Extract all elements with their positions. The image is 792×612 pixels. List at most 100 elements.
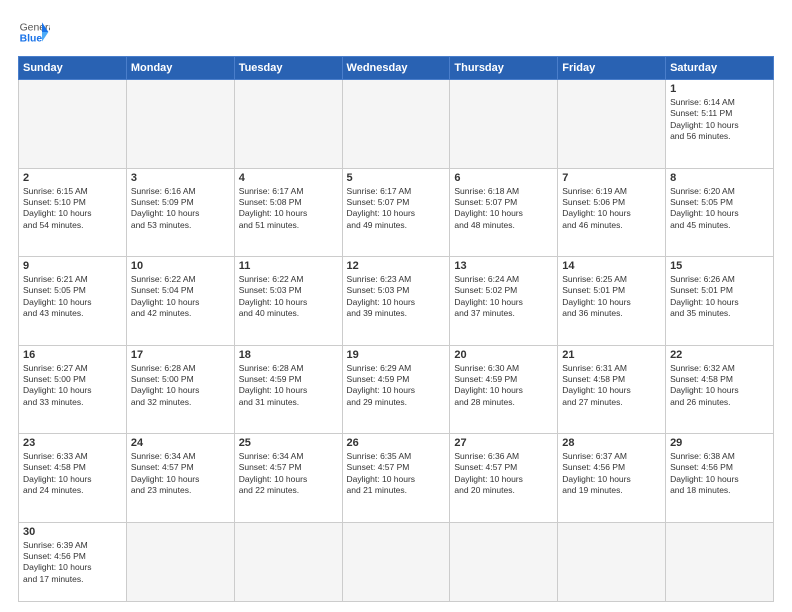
calendar-cell: 3 Sunrise: 6:16 AM Sunset: 5:09 PM Daylig… <box>126 168 234 257</box>
calendar-cell: 4 Sunrise: 6:17 AM Sunset: 5:08 PM Daylig… <box>234 168 342 257</box>
calendar-cell <box>342 80 450 169</box>
cell-info: Sunrise: 6:27 AM Sunset: 5:00 PM Dayligh… <box>23 363 122 409</box>
day-number: 14 <box>562 260 661 272</box>
day-number: 24 <box>131 437 230 449</box>
weekday-header-wednesday: Wednesday <box>342 57 450 80</box>
cell-info: Sunrise: 6:30 AM Sunset: 4:59 PM Dayligh… <box>454 363 553 409</box>
calendar-row-0: 1 Sunrise: 6:14 AM Sunset: 5:11 PM Daylig… <box>19 80 774 169</box>
day-number: 4 <box>239 172 338 184</box>
calendar-cell: 5 Sunrise: 6:17 AM Sunset: 5:07 PM Daylig… <box>342 168 450 257</box>
calendar-cell: 26 Sunrise: 6:35 AM Sunset: 4:57 PM Dayli… <box>342 434 450 523</box>
day-number: 16 <box>23 349 122 361</box>
day-number: 2 <box>23 172 122 184</box>
cell-info: Sunrise: 6:38 AM Sunset: 4:56 PM Dayligh… <box>670 451 769 497</box>
calendar-cell <box>342 522 450 602</box>
calendar-cell: 19 Sunrise: 6:29 AM Sunset: 4:59 PM Dayli… <box>342 345 450 434</box>
day-number: 25 <box>239 437 338 449</box>
calendar-cell: 7Sunrise: 6:19 AM Sunset: 5:06 PM Daylig… <box>558 168 666 257</box>
cell-info: Sunrise: 6:37 AM Sunset: 4:56 PM Dayligh… <box>562 451 661 497</box>
day-number: 28 <box>562 437 661 449</box>
weekday-header-friday: Friday <box>558 57 666 80</box>
cell-info: Sunrise: 6:17 AM Sunset: 5:08 PM Dayligh… <box>239 186 338 232</box>
calendar-cell: 22 Sunrise: 6:32 AM Sunset: 4:58 PM Dayli… <box>666 345 774 434</box>
calendar-cell: 30 Sunrise: 6:39 AM Sunset: 4:56 PM Dayli… <box>19 522 127 602</box>
calendar-cell <box>126 80 234 169</box>
cell-info: Sunrise: 6:26 AM Sunset: 5:01 PM Dayligh… <box>670 274 769 320</box>
day-number: 23 <box>23 437 122 449</box>
calendar-cell: 10 Sunrise: 6:22 AM Sunset: 5:04 PM Dayli… <box>126 257 234 346</box>
calendar-row-1: 2 Sunrise: 6:15 AM Sunset: 5:10 PM Daylig… <box>19 168 774 257</box>
day-number: 30 <box>23 526 122 538</box>
cell-info: Sunrise: 6:28 AM Sunset: 4:59 PM Dayligh… <box>239 363 338 409</box>
day-number: 8 <box>670 172 769 184</box>
cell-info: Sunrise: 6:21 AM Sunset: 5:05 PM Dayligh… <box>23 274 122 320</box>
weekday-header-sunday: Sunday <box>19 57 127 80</box>
calendar-cell: 25 Sunrise: 6:34 AM Sunset: 4:57 PM Dayli… <box>234 434 342 523</box>
cell-info: Sunrise: 6:32 AM Sunset: 4:58 PM Dayligh… <box>670 363 769 409</box>
calendar-cell <box>666 522 774 602</box>
calendar-cell <box>450 522 558 602</box>
calendar-cell: 21 Sunrise: 6:31 AM Sunset: 4:58 PM Dayli… <box>558 345 666 434</box>
cell-info: Sunrise: 6:34 AM Sunset: 4:57 PM Dayligh… <box>239 451 338 497</box>
calendar-cell <box>234 522 342 602</box>
cell-info: Sunrise: 6:34 AM Sunset: 4:57 PM Dayligh… <box>131 451 230 497</box>
calendar-cell <box>558 80 666 169</box>
calendar-cell: 15Sunrise: 6:26 AM Sunset: 5:01 PM Dayli… <box>666 257 774 346</box>
day-number: 26 <box>347 437 446 449</box>
weekday-header-saturday: Saturday <box>666 57 774 80</box>
calendar-cell: 17Sunrise: 6:28 AM Sunset: 5:00 PM Dayli… <box>126 345 234 434</box>
calendar-cell: 1 Sunrise: 6:14 AM Sunset: 5:11 PM Daylig… <box>666 80 774 169</box>
weekday-header-tuesday: Tuesday <box>234 57 342 80</box>
calendar-cell: 23Sunrise: 6:33 AM Sunset: 4:58 PM Dayli… <box>19 434 127 523</box>
cell-info: Sunrise: 6:29 AM Sunset: 4:59 PM Dayligh… <box>347 363 446 409</box>
day-number: 13 <box>454 260 553 272</box>
calendar-cell: 13 Sunrise: 6:24 AM Sunset: 5:02 PM Dayli… <box>450 257 558 346</box>
day-number: 10 <box>131 260 230 272</box>
cell-info: Sunrise: 6:18 AM Sunset: 5:07 PM Dayligh… <box>454 186 553 232</box>
day-number: 5 <box>347 172 446 184</box>
weekday-header-thursday: Thursday <box>450 57 558 80</box>
calendar-cell <box>558 522 666 602</box>
calendar-row-2: 9 Sunrise: 6:21 AM Sunset: 5:05 PM Daylig… <box>19 257 774 346</box>
day-number: 21 <box>562 349 661 361</box>
day-number: 27 <box>454 437 553 449</box>
cell-info: Sunrise: 6:24 AM Sunset: 5:02 PM Dayligh… <box>454 274 553 320</box>
calendar-cell: 27 Sunrise: 6:36 AM Sunset: 4:57 PM Dayli… <box>450 434 558 523</box>
calendar-cell: 18Sunrise: 6:28 AM Sunset: 4:59 PM Dayli… <box>234 345 342 434</box>
cell-info: Sunrise: 6:31 AM Sunset: 4:58 PM Dayligh… <box>562 363 661 409</box>
calendar-cell: 9 Sunrise: 6:21 AM Sunset: 5:05 PM Daylig… <box>19 257 127 346</box>
calendar-cell: 11Sunrise: 6:22 AM Sunset: 5:03 PM Dayli… <box>234 257 342 346</box>
page: General Blue SundayMondayTuesdayWednesda… <box>0 0 792 612</box>
cell-info: Sunrise: 6:17 AM Sunset: 5:07 PM Dayligh… <box>347 186 446 232</box>
day-number: 9 <box>23 260 122 272</box>
day-number: 17 <box>131 349 230 361</box>
calendar-cell: 6Sunrise: 6:18 AM Sunset: 5:07 PM Daylig… <box>450 168 558 257</box>
day-number: 20 <box>454 349 553 361</box>
day-number: 7 <box>562 172 661 184</box>
cell-info: Sunrise: 6:35 AM Sunset: 4:57 PM Dayligh… <box>347 451 446 497</box>
cell-info: Sunrise: 6:15 AM Sunset: 5:10 PM Dayligh… <box>23 186 122 232</box>
calendar-cell <box>126 522 234 602</box>
weekday-header-row: SundayMondayTuesdayWednesdayThursdayFrid… <box>19 57 774 80</box>
calendar-cell: 16 Sunrise: 6:27 AM Sunset: 5:00 PM Dayli… <box>19 345 127 434</box>
calendar-row-4: 23Sunrise: 6:33 AM Sunset: 4:58 PM Dayli… <box>19 434 774 523</box>
calendar-cell: 24 Sunrise: 6:34 AM Sunset: 4:57 PM Dayli… <box>126 434 234 523</box>
calendar-cell: 20 Sunrise: 6:30 AM Sunset: 4:59 PM Dayli… <box>450 345 558 434</box>
cell-info: Sunrise: 6:16 AM Sunset: 5:09 PM Dayligh… <box>131 186 230 232</box>
day-number: 22 <box>670 349 769 361</box>
cell-info: Sunrise: 6:22 AM Sunset: 5:03 PM Dayligh… <box>239 274 338 320</box>
calendar-cell: 28 Sunrise: 6:37 AM Sunset: 4:56 PM Dayli… <box>558 434 666 523</box>
day-number: 12 <box>347 260 446 272</box>
header: General Blue <box>18 16 774 48</box>
day-number: 1 <box>670 83 769 95</box>
cell-info: Sunrise: 6:20 AM Sunset: 5:05 PM Dayligh… <box>670 186 769 232</box>
day-number: 19 <box>347 349 446 361</box>
cell-info: Sunrise: 6:25 AM Sunset: 5:01 PM Dayligh… <box>562 274 661 320</box>
calendar-cell: 2 Sunrise: 6:15 AM Sunset: 5:10 PM Daylig… <box>19 168 127 257</box>
cell-info: Sunrise: 6:36 AM Sunset: 4:57 PM Dayligh… <box>454 451 553 497</box>
cell-info: Sunrise: 6:14 AM Sunset: 5:11 PM Dayligh… <box>670 97 769 143</box>
logo: General Blue <box>18 16 50 48</box>
cell-info: Sunrise: 6:22 AM Sunset: 5:04 PM Dayligh… <box>131 274 230 320</box>
day-number: 3 <box>131 172 230 184</box>
cell-info: Sunrise: 6:39 AM Sunset: 4:56 PM Dayligh… <box>23 540 122 586</box>
